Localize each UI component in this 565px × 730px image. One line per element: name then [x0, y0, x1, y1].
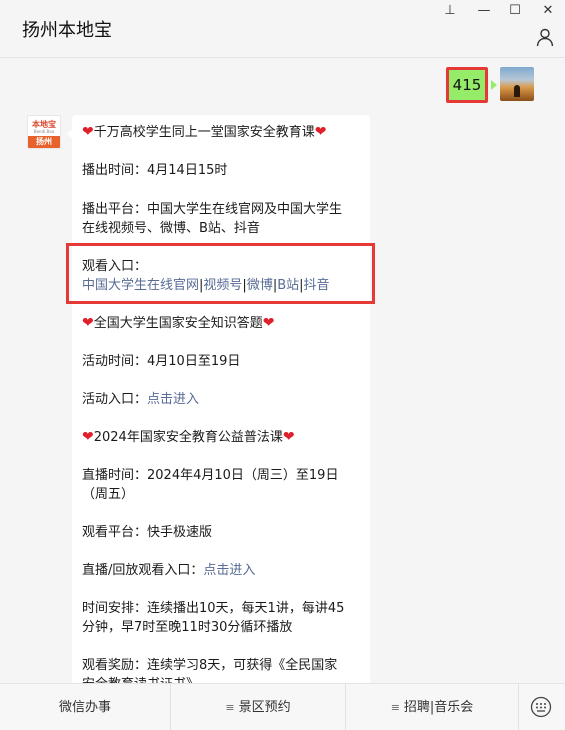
title-bar: 扬州本地宝 ⊥ — ☐ ✕ [0, 0, 565, 58]
watch-entry-label: 观看入口： [82, 259, 148, 274]
pin-icon[interactable]: ⊥ [440, 2, 460, 20]
menu-list-icon: ≡ [225, 701, 235, 714]
link-bilibili[interactable]: B站 [277, 278, 299, 293]
heart-icon: ❤ [262, 315, 275, 331]
heart-icon: ❤ [282, 429, 295, 445]
bot-logo-city: 扬州 [28, 136, 60, 148]
heart-icon: ❤ [314, 124, 327, 140]
broadcast-platform-line2: 在线视频号、微博、B站、抖音 [82, 221, 260, 236]
menu-jobs-concert[interactable]: ≡ 招聘|音乐会 [346, 684, 518, 730]
menu-list-icon: ≡ [390, 701, 400, 714]
link-weibo[interactable]: 微博 [247, 278, 273, 293]
close-icon[interactable]: ✕ [538, 2, 558, 20]
minimize-icon[interactable]: — [474, 2, 494, 20]
live-time-line1: 直播时间：2024年4月10日（周三）至19日 [82, 468, 339, 483]
user-avatar-figure [514, 85, 520, 97]
maximize-icon[interactable]: ☐ [505, 2, 525, 20]
menu-wechat-services[interactable]: 微信办事 [0, 684, 170, 730]
menu-scenic-reservation[interactable]: ≡ 景区预约 [171, 684, 345, 730]
window-title: 扬州本地宝 [22, 20, 112, 41]
live-time-line2: （周五） [82, 487, 135, 502]
schedule-line2: 分钟，早7时至晚11时30分循环播放 [82, 620, 293, 635]
profile-icon[interactable] [535, 27, 555, 47]
link-douyin[interactable]: 抖音 [304, 278, 330, 293]
keyboard-toggle-icon[interactable] [530, 696, 552, 718]
replay-entry: 直播/回放观看入口：点击进入 [82, 563, 256, 578]
link-video-channel[interactable]: 视频号 [203, 278, 242, 293]
bot-logo-subtext: Bendi Bao [33, 129, 55, 134]
activity-entry: 活动入口：点击进入 [82, 392, 200, 407]
link-cuol-website[interactable]: 中国大学生在线官网 [82, 278, 199, 293]
replay-entry-link[interactable]: 点击进入 [203, 563, 255, 578]
heart-icon: ❤ [82, 315, 94, 331]
heart-icon: ❤ [82, 429, 94, 445]
bottom-menu-bar: 微信办事 ≡ 景区预约 ≡ 招聘|音乐会 [0, 683, 565, 730]
section-title-law-class: ❤2024年国家安全教育公益普法课❤ [82, 429, 295, 445]
section-title-knowledge-quiz: ❤全国大学生国家安全知识答题❤ [82, 315, 275, 331]
reward-line2: 安全教育读书证书》 [82, 675, 364, 683]
user-message-bubble[interactable]: 415 [446, 67, 488, 103]
watch-platform: 观看平台：快手极速版 [82, 525, 213, 540]
section-title-national-security-class: ❤千万高校学生同上一堂国家安全教育课❤ [82, 124, 327, 140]
bot-message-bubble: ❤千万高校学生同上一堂国家安全教育课❤ 播出时间：4月14日15时 播出平台：中… [72, 115, 370, 683]
reward-line1: 观看奖励：连续学习8天，可获得《全民国家 [82, 658, 338, 673]
watch-entry-links: 中国大学生在线官网|视频号|微博|B站|抖音 [82, 278, 330, 293]
user-avatar[interactable] [500, 67, 534, 101]
schedule-line1: 时间安排：连续播出10天，每天1讲，每讲45 [82, 601, 345, 616]
heart-icon: ❤ [82, 124, 94, 140]
broadcast-time: 播出时间：4月14日15时 [82, 163, 228, 178]
user-bubble-tail [491, 80, 497, 90]
activity-time: 活动时间：4月10日至19日 [82, 354, 241, 369]
menu-divider [518, 684, 519, 730]
bot-avatar[interactable]: 本地宝 Bendi Bao 扬州 [27, 115, 61, 149]
broadcast-platform-line1: 播出平台：中国大学生在线官网及中国大学生 [82, 202, 343, 217]
activity-entry-link[interactable]: 点击进入 [147, 392, 199, 407]
chat-area[interactable]: 415 本地宝 Bendi Bao 扬州 ❤千万高校学生同上一堂国家安全教育课❤… [0, 59, 565, 683]
